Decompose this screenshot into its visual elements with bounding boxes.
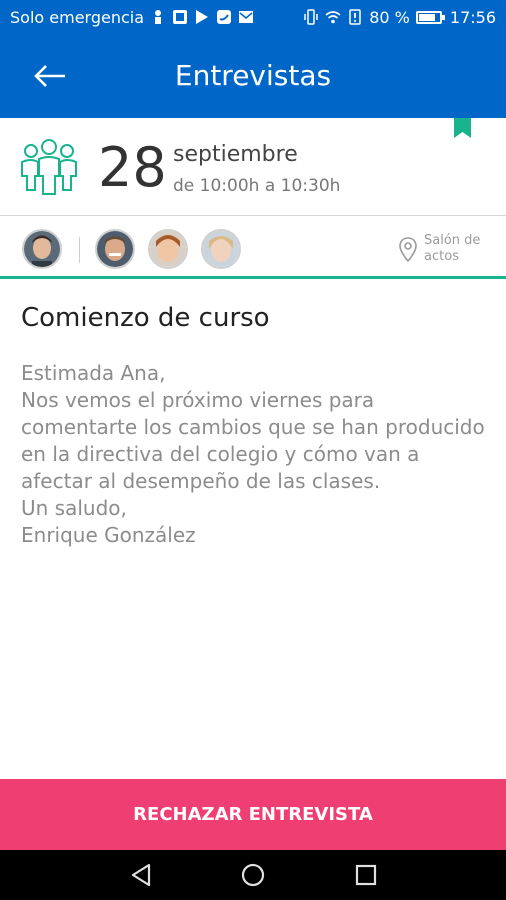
- page-title: Entrevistas: [174, 59, 332, 92]
- mail-icon: [239, 11, 254, 23]
- message-subject: Comienzo de curso: [21, 303, 270, 333]
- avatar-organizer[interactable]: [22, 229, 62, 269]
- avatar-attendee-3[interactable]: [201, 229, 241, 269]
- sim-alert-icon: [349, 9, 361, 25]
- app-bar: Entrevistas: [0, 34, 506, 118]
- system-nav-bar: [0, 850, 506, 900]
- message-body: Estimada Ana, Nos vemos el próximo viern…: [21, 361, 485, 547]
- date-section: 28 septiembre de 10:00h a 10:30h: [0, 118, 506, 216]
- status-right: 80 % 17:56: [303, 8, 496, 27]
- message-content: Comienzo de curso Estimada Ana, Nos vemo…: [21, 298, 491, 549]
- status-bar: Solo emergencia 80 % 17:56: [0, 0, 506, 34]
- event-month: septiembre: [173, 142, 298, 167]
- clock: 17:56: [449, 7, 496, 27]
- participants-section: Salón de actos: [0, 217, 506, 279]
- battery-percent: 80 %: [369, 7, 410, 27]
- battery-icon: [415, 10, 445, 24]
- nav-recents-icon[interactable]: [353, 862, 379, 888]
- nav-home-icon[interactable]: [240, 862, 266, 888]
- nav-back-icon[interactable]: [128, 862, 154, 888]
- carrier-label: Solo emergencia: [10, 7, 145, 27]
- event-day: 28: [98, 136, 167, 199]
- arrow-left-icon: [34, 65, 65, 87]
- back-button[interactable]: [28, 56, 72, 96]
- wifi-icon: [325, 11, 341, 24]
- location-pin-icon: [399, 237, 417, 263]
- person-icon: [155, 10, 162, 24]
- event-time-range: de 10:00h a 10:30h: [173, 176, 341, 196]
- avatar-divider: [79, 237, 80, 263]
- status-left: Solo emergencia: [10, 8, 303, 27]
- app-notification-icon: [173, 10, 188, 24]
- vibrate-icon: [304, 9, 318, 25]
- reject-interview-button[interactable]: RECHAZAR ENTREVISTA: [0, 779, 506, 850]
- event-location: Salón de actos: [424, 233, 481, 264]
- bookmark-icon[interactable]: [454, 118, 471, 138]
- twitter-icon: [217, 10, 232, 24]
- play-store-icon: [196, 10, 209, 24]
- avatar-attendee-1[interactable]: [95, 229, 135, 269]
- avatar-attendee-2[interactable]: [148, 229, 188, 269]
- group-icon: [21, 139, 77, 195]
